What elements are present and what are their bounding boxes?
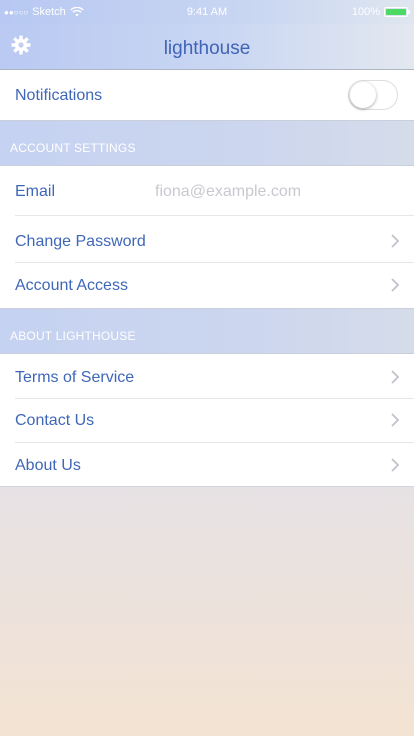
page-title: lighthouse <box>163 38 251 59</box>
about-header: ABOUT LIGHTHOUSE <box>0 308 414 354</box>
notifications-label: Notifications <box>15 87 103 104</box>
email-field[interactable]: fiona@example.com <box>155 183 301 201</box>
contact-us-label: Contact Us <box>15 412 95 429</box>
divider <box>15 262 414 263</box>
account-settings-group: Email fiona@example.com Change Password … <box>0 166 414 308</box>
nav-bar: lighthouse <box>0 24 414 70</box>
terms-of-service-label: Terms of Service <box>15 369 135 386</box>
chevron-right-icon <box>391 458 400 472</box>
divider <box>15 442 414 443</box>
chevron-right-icon <box>391 370 400 384</box>
toggle-knob <box>350 82 376 108</box>
account-settings-heading: ACCOUNT SETTINGS <box>10 141 136 155</box>
about-heading: ABOUT LIGHTHOUSE <box>10 329 136 343</box>
chevron-right-icon <box>391 234 400 248</box>
notifications-row: Notifications <box>0 70 414 120</box>
divider <box>15 215 414 216</box>
chevron-right-icon <box>391 413 400 427</box>
divider <box>15 398 414 399</box>
account-access-label: Account Access <box>15 277 128 294</box>
battery-percent: 100% <box>351 6 380 18</box>
battery-icon <box>384 7 410 17</box>
status-bar: ●●○○○ Sketch 9:41 AM 100% <box>0 0 414 24</box>
about-group: Terms of Service Contact Us About Us <box>0 354 414 487</box>
notifications-toggle[interactable] <box>348 80 398 110</box>
about-us-label: About Us <box>15 457 81 474</box>
status-right: 100% <box>351 6 410 18</box>
email-label: Email <box>15 183 56 200</box>
account-settings-header: ACCOUNT SETTINGS <box>0 120 414 166</box>
change-password-label: Change Password <box>15 233 146 250</box>
chevron-right-icon <box>391 278 400 292</box>
